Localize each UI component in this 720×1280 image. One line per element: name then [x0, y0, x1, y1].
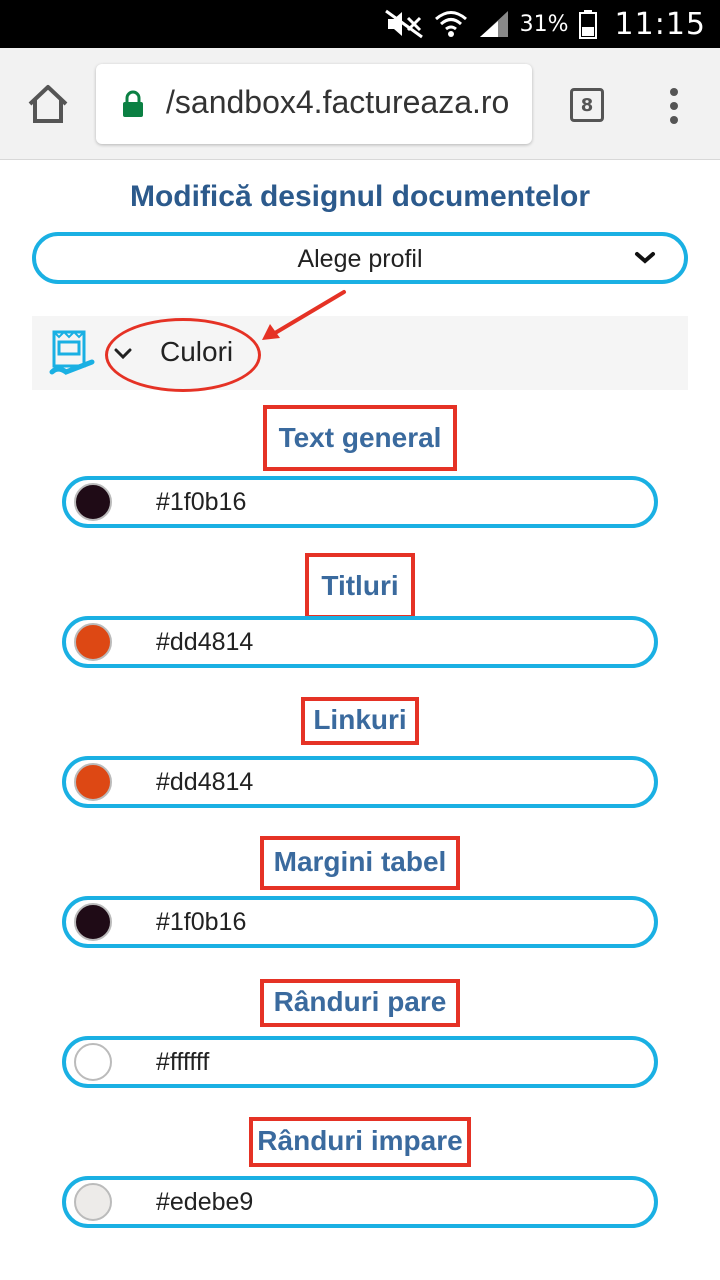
profile-select-value: Alege profil: [297, 245, 423, 273]
color-swatch[interactable]: [74, 1183, 112, 1221]
home-icon[interactable]: [26, 82, 70, 126]
color-label-text-general: Text general: [0, 405, 720, 471]
color-label-titluri: Titluri: [0, 553, 720, 619]
profile-select[interactable]: Alege profil: [32, 232, 688, 284]
tab-switcher-button[interactable]: 8: [570, 88, 604, 122]
mute-icon: [384, 9, 423, 39]
signal-icon: [479, 11, 508, 37]
color-value: #1f0b16: [156, 488, 247, 516]
color-field-margini-tabel[interactable]: #1f0b16: [62, 896, 658, 948]
lock-icon: [123, 90, 143, 117]
color-swatch[interactable]: [74, 623, 112, 661]
status-icons: 31% 11:15: [384, 0, 706, 48]
color-swatch[interactable]: [74, 483, 112, 521]
color-label: Rânduri pare: [259, 979, 461, 1027]
color-field-linkuri[interactable]: #dd4814: [62, 756, 658, 808]
clock: 11:15: [614, 6, 706, 42]
color-label: Text general: [262, 405, 458, 471]
color-value: #ffffff: [156, 1048, 210, 1076]
color-label: Titluri: [305, 553, 415, 619]
color-value: #1f0b16: [156, 908, 247, 936]
battery-icon: [578, 10, 597, 39]
color-label: Linkuri: [301, 697, 419, 745]
annotation-arrow: [262, 290, 346, 340]
color-field-titluri[interactable]: #dd4814: [62, 616, 658, 668]
color-value: #dd4814: [156, 628, 254, 656]
paint-palette-icon: [49, 330, 95, 375]
annotation-ellipse: [105, 318, 261, 392]
browser-toolbar: /sandbox4.factureaza.ro 8: [0, 48, 720, 160]
color-swatch[interactable]: [74, 903, 112, 941]
color-value: #edebe9: [156, 1188, 254, 1216]
menu-icon[interactable]: [664, 86, 684, 126]
color-swatch[interactable]: [74, 1043, 112, 1081]
color-field-text-general[interactable]: #1f0b16: [62, 476, 658, 528]
color-label-randuri-pare: Rânduri pare: [0, 979, 720, 1027]
chevron-down-icon: [635, 252, 655, 264]
page-title: Modifică designul documentelor: [129, 180, 591, 213]
color-field-randuri-pare[interactable]: #ffffff: [62, 1036, 658, 1088]
color-swatch[interactable]: [74, 763, 112, 801]
color-value: #dd4814: [156, 768, 254, 796]
url-text: /sandbox4.factureaza.ro: [166, 84, 510, 120]
color-label: Rânduri impare: [249, 1117, 471, 1167]
color-label-randuri-impare: Rânduri impare: [0, 1117, 720, 1167]
color-label-margini-tabel: Margini tabel: [0, 836, 720, 890]
color-label-linkuri: Linkuri: [0, 697, 720, 745]
address-bar[interactable]: /sandbox4.factureaza.ro: [96, 64, 532, 144]
wifi-icon: [434, 11, 467, 37]
battery-percent: 31%: [519, 11, 569, 37]
status-bar: 31% 11:15: [0, 0, 720, 48]
color-label: Margini tabel: [259, 836, 461, 890]
color-field-randuri-impare[interactable]: #edebe9: [62, 1176, 658, 1228]
